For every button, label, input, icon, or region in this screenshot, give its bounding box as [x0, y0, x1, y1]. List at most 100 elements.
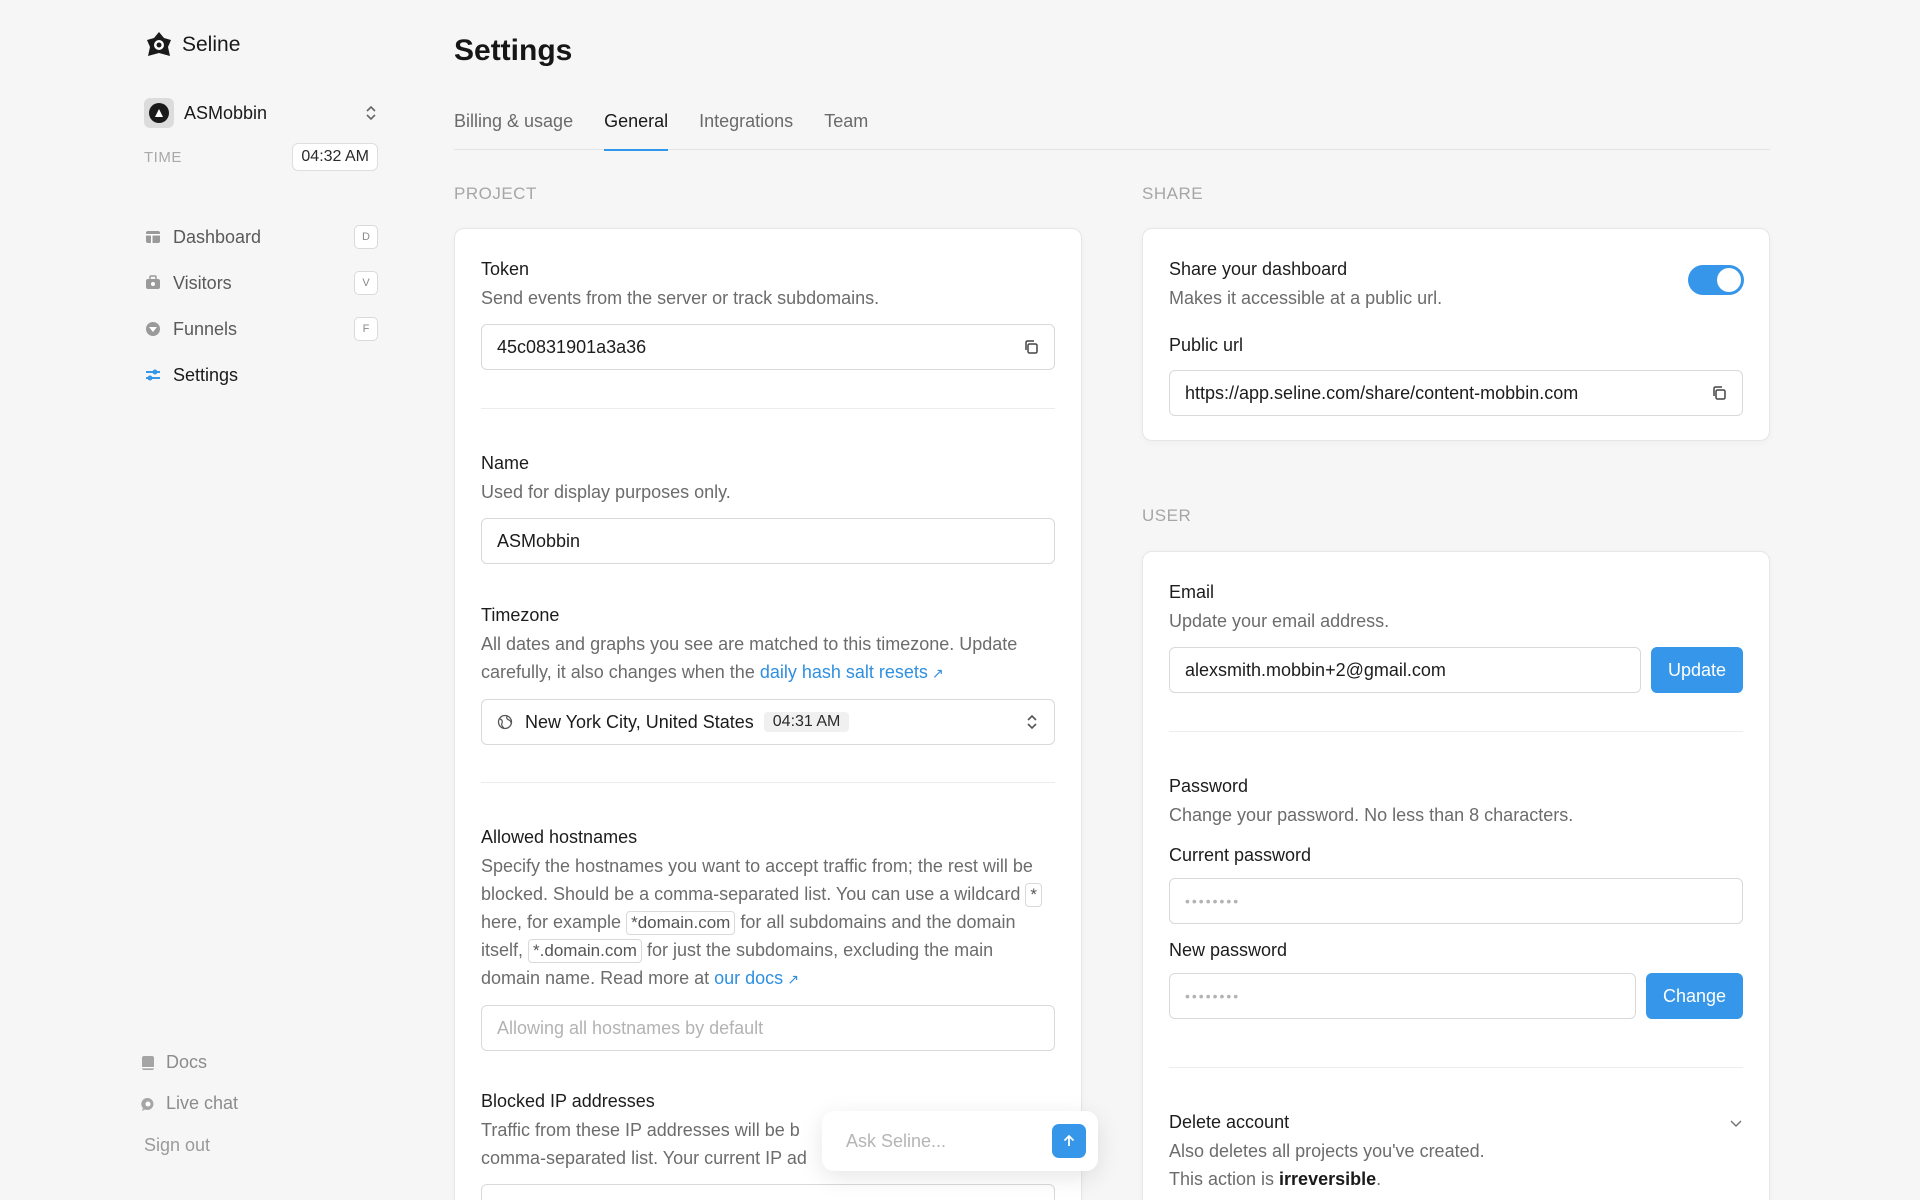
- project-card: Token Send events from the server or tra…: [454, 228, 1082, 1200]
- our-docs-link[interactable]: our docs: [714, 968, 783, 988]
- email-value: alexsmith.mobbin+2@gmail.com: [1185, 659, 1446, 680]
- tab-general[interactable]: General: [604, 106, 669, 151]
- tab-integrations[interactable]: Integrations: [699, 106, 793, 150]
- seline-logo-icon: [147, 32, 171, 56]
- share-title: Share your dashboard: [1169, 259, 1348, 279]
- password-desc: Change your password. No less than 8 cha…: [1169, 805, 1574, 825]
- dashboard-icon: [146, 231, 160, 243]
- hostnames-field: Allowed hostnames Specify the hostnames …: [481, 827, 1055, 1051]
- change-password-button[interactable]: Change: [1646, 973, 1743, 1019]
- timezone-desc: All dates and graphs you see are matched…: [481, 630, 1055, 687]
- blocked-ips-input[interactable]: [481, 1184, 1055, 1200]
- user-card: Email Update your email address. alexsmi…: [1142, 551, 1770, 1200]
- new-password-label: New password: [1169, 940, 1288, 960]
- hostnames-input[interactable]: Allowing all hostnames by default: [481, 1005, 1055, 1051]
- time-label: TIME: [144, 148, 182, 166]
- new-password-input[interactable]: ••••••••: [1169, 973, 1636, 1019]
- current-password-placeholder: ••••••••: [1185, 893, 1241, 909]
- name-input[interactable]: ASMobbin: [481, 518, 1055, 564]
- public-url-field: Public url https://app.seline.com/share/…: [1169, 335, 1743, 416]
- example-code-1: *domain.com: [626, 911, 736, 935]
- blocked-ips-desc-2: comma-separated list. Your current IP ad: [481, 1148, 807, 1168]
- ask-seline-box[interactable]: Ask Seline...: [822, 1111, 1098, 1171]
- wildcard-code: *: [1025, 883, 1042, 907]
- token-title: Token: [481, 259, 530, 279]
- hostnames-desc-1: Specify the hostnames you want to accept…: [481, 856, 1033, 904]
- shortcut-badge: V: [354, 271, 378, 295]
- sidebar-nav: Dashboard D Visitors V Funnels F Setting…: [144, 214, 378, 398]
- hostnames-desc: Specify the hostnames you want to accept…: [481, 852, 1055, 993]
- triangle-icon: [155, 109, 163, 117]
- copy-icon[interactable]: [1023, 339, 1039, 355]
- name-field: Name Used for display purposes only. ASM…: [481, 453, 1055, 564]
- sidebar-item-visitors[interactable]: Visitors V: [144, 260, 378, 306]
- token-input[interactable]: 45c0831901a3a36: [481, 324, 1055, 370]
- sidebar-item-label: Settings: [173, 364, 239, 385]
- sidebar-item-settings[interactable]: Settings: [144, 352, 378, 398]
- name-title: Name: [481, 453, 530, 473]
- delete-desc-2: This action is: [1169, 1169, 1280, 1189]
- hostnames-placeholder: Allowing all hostnames by default: [497, 1017, 764, 1038]
- hash-salt-link[interactable]: daily hash salt resets: [760, 662, 928, 682]
- external-link-icon: ↗: [931, 665, 944, 681]
- sidebar: Seline ASMobbin TIME 04:32 AM Dashboard …: [0, 0, 400, 1200]
- sidebar-item-funnels[interactable]: Funnels F: [144, 306, 378, 352]
- token-value: 45c0831901a3a36: [497, 336, 647, 357]
- hostnames-title: Allowed hostnames: [481, 827, 638, 847]
- project-switcher[interactable]: ASMobbin: [144, 98, 378, 128]
- new-password-placeholder: ••••••••: [1185, 988, 1241, 1004]
- divider: [481, 408, 1055, 409]
- chevron-updown-icon: [366, 105, 376, 121]
- current-password-input[interactable]: ••••••••: [1169, 878, 1743, 924]
- share-card: Share your dashboard Makes it accessible…: [1142, 228, 1770, 441]
- brand[interactable]: Seline: [144, 30, 240, 60]
- time-badge: 04:32 AM: [292, 143, 378, 171]
- toggle-knob: [1717, 268, 1741, 292]
- copy-icon[interactable]: [1711, 385, 1727, 401]
- email-field: Email Update your email address. alexsmi…: [1169, 582, 1743, 693]
- sidebar-item-label: Funnels: [173, 318, 238, 339]
- globe-icon: [497, 714, 513, 730]
- chevron-down-icon[interactable]: [1729, 1118, 1743, 1128]
- current-password-label: Current password: [1169, 845, 1312, 865]
- password-title: Password: [1169, 776, 1249, 796]
- sidebar-bottom-links: Docs Live chat: [140, 1042, 238, 1124]
- external-link-icon: ↗: [787, 971, 799, 987]
- timezone-title: Timezone: [481, 605, 560, 625]
- ask-seline-placeholder: Ask Seline...: [846, 1130, 947, 1151]
- share-desc: Makes it accessible at a public url.: [1169, 288, 1443, 308]
- public-url-input[interactable]: https://app.seline.com/share/content-mob…: [1169, 370, 1743, 416]
- share-dashboard-field: Share your dashboard Makes it accessible…: [1169, 259, 1669, 312]
- tab-team[interactable]: Team: [824, 106, 868, 150]
- share-toggle[interactable]: [1688, 265, 1744, 295]
- sign-out-link[interactable]: Sign out: [144, 1135, 210, 1156]
- visitors-icon: [146, 275, 160, 289]
- send-button[interactable]: [1052, 1124, 1086, 1158]
- live-chat-label: Live chat: [166, 1093, 239, 1113]
- brand-name: Seline: [182, 33, 241, 56]
- sidebar-item-label: Dashboard: [173, 226, 262, 247]
- project-avatar: [144, 98, 174, 128]
- chevron-updown-icon: [1027, 714, 1037, 730]
- docs-link[interactable]: Docs: [140, 1042, 238, 1083]
- password-field: Password Change your password. No less t…: [1169, 776, 1743, 1019]
- example-code-2: *.domain.com: [528, 939, 642, 963]
- delete-account-field[interactable]: Delete account Also deletes all projects…: [1169, 1112, 1743, 1193]
- hostnames-desc-2: here, for example: [481, 912, 622, 932]
- live-chat-link[interactable]: Live chat: [140, 1083, 238, 1124]
- user-section-label: USER: [1142, 506, 1192, 525]
- divider: [1169, 731, 1743, 732]
- sidebar-item-dashboard[interactable]: Dashboard D: [144, 214, 378, 260]
- update-email-button[interactable]: Update: [1651, 647, 1743, 693]
- email-title: Email: [1169, 582, 1215, 602]
- blocked-ips-desc-1: Traffic from these IP addresses will be …: [481, 1120, 800, 1140]
- timezone-select[interactable]: New York City, United States 04:31 AM: [481, 699, 1055, 745]
- docs-label: Docs: [166, 1052, 208, 1072]
- email-input[interactable]: alexsmith.mobbin+2@gmail.com: [1169, 647, 1641, 693]
- delete-account-title: Delete account: [1169, 1112, 1290, 1132]
- public-url-label: Public url: [1169, 335, 1244, 355]
- divider: [481, 782, 1055, 783]
- share-section-label: SHARE: [1142, 184, 1204, 203]
- tab-billing[interactable]: Billing & usage: [454, 106, 573, 150]
- chat-icon: [141, 1097, 154, 1111]
